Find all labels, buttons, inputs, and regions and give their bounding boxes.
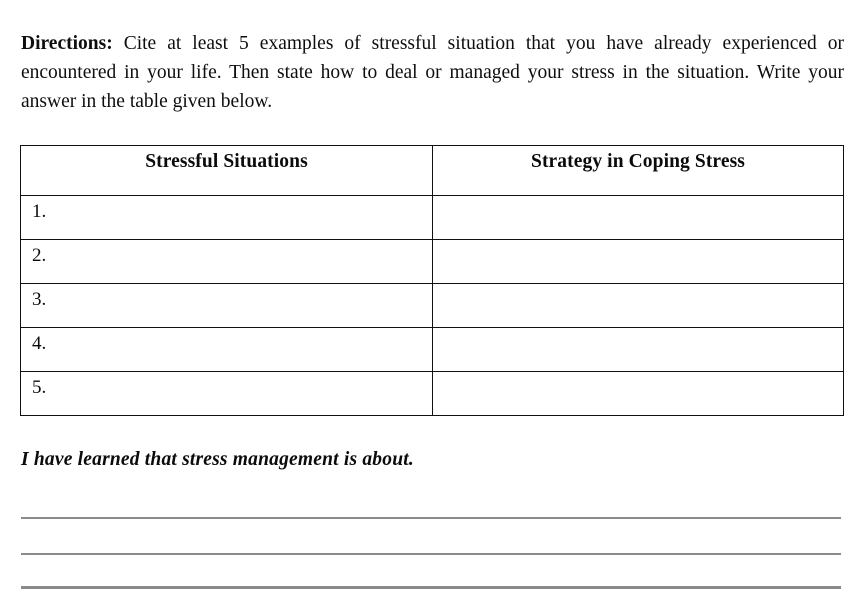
row-number-3: 3.: [32, 289, 47, 310]
situation-cell-2[interactable]: 2.: [20, 239, 433, 284]
situation-cell-1[interactable]: 1.: [20, 195, 433, 240]
strategy-entry-3: [433, 284, 843, 327]
worksheet-page: Directions: Cite at least 5 examples of …: [0, 0, 861, 605]
table-row: 1.: [20, 195, 844, 240]
strategy-cell-3[interactable]: [432, 283, 844, 328]
strategy-entry-4: [433, 328, 843, 371]
answer-line-1[interactable]: [21, 517, 841, 520]
table-body: 1. 2. 3. 4. 5.: [20, 195, 844, 416]
table-header-row: Stressful Situations Strategy in Coping …: [20, 145, 844, 196]
table-header: Stressful Situations Strategy in Coping …: [20, 145, 844, 196]
reflection-answer-area: [21, 511, 841, 589]
strategy-entry-1: [433, 196, 843, 239]
situation-cell-4[interactable]: 4.: [20, 327, 433, 372]
row-number-2: 2.: [32, 245, 47, 266]
answer-line-2[interactable]: [21, 553, 841, 556]
directions-body: Cite at least 5 examples of stressful si…: [21, 32, 844, 112]
row-number-1: 1.: [32, 201, 47, 222]
strategy-cell-2[interactable]: [432, 239, 844, 284]
situation-cell-5[interactable]: 5.: [20, 371, 433, 416]
directions-label: Directions:: [21, 32, 113, 54]
answer-line-3[interactable]: [21, 586, 841, 589]
column-header-strategy-in-coping-stress: Strategy in Coping Stress: [432, 145, 844, 196]
strategy-entry-2: [433, 240, 843, 283]
row-number-5: 5.: [32, 377, 47, 398]
strategy-cell-1[interactable]: [432, 195, 844, 240]
column-header-stressful-situations: Stressful Situations: [20, 145, 433, 196]
situation-cell-3[interactable]: 3.: [20, 283, 433, 328]
strategy-cell-4[interactable]: [432, 327, 844, 372]
strategy-cell-5[interactable]: [432, 371, 844, 416]
directions-paragraph: Directions: Cite at least 5 examples of …: [21, 29, 844, 116]
row-number-4: 4.: [32, 333, 47, 354]
reflection-prompt: I have learned that stress management is…: [21, 449, 414, 470]
table-row: 4.: [20, 327, 844, 372]
table-row: 3.: [20, 283, 844, 328]
strategy-entry-5: [433, 372, 843, 415]
stress-worksheet-table: Stressful Situations Strategy in Coping …: [20, 145, 844, 416]
table-row: 5.: [20, 371, 844, 416]
table-row: 2.: [20, 239, 844, 284]
